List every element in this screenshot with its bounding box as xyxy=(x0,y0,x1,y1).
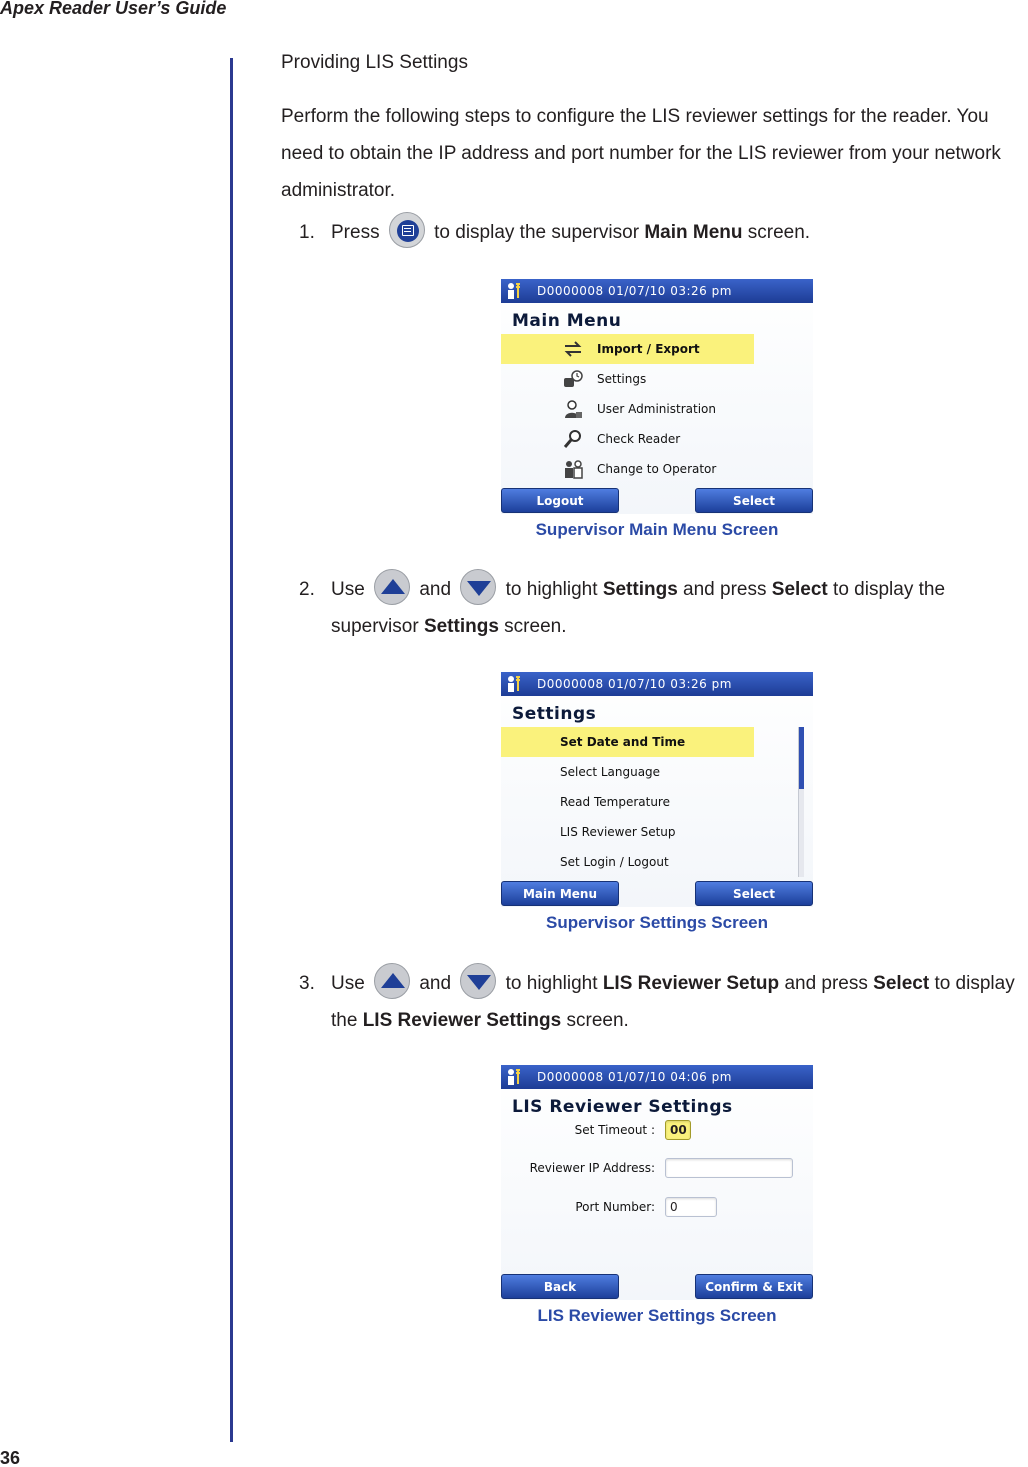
settings-item-label: Select Language xyxy=(560,765,661,779)
settings-item-select-language[interactable]: Select Language xyxy=(501,757,754,787)
change-operator-icon xyxy=(565,460,583,479)
menu-item-label: User Administration xyxy=(597,402,716,416)
screen-title: LIS Reviewer Settings xyxy=(512,1097,733,1117)
step-text: Press xyxy=(331,222,380,243)
check-reader-icon xyxy=(563,430,581,448)
figure-caption: LIS Reviewer Settings Screen xyxy=(537,1306,777,1325)
step-text: and xyxy=(419,579,452,600)
supervisor-icon xyxy=(508,676,520,692)
settings-screen: D0000008 01/07/10 03:26 pm Settings Set … xyxy=(501,672,813,907)
select-softkey[interactable]: Select xyxy=(695,488,813,513)
timeout-field[interactable]: 00 xyxy=(665,1120,691,1140)
menu-item-import-export[interactable]: Import / Export xyxy=(501,334,754,364)
step-bold: Select xyxy=(771,579,828,600)
settings-item-set-login-logout[interactable]: Set Login / Logout xyxy=(501,847,754,877)
user-admin-icon xyxy=(565,400,582,418)
figure-caption: Supervisor Settings Screen xyxy=(545,913,769,932)
menu-item-settings[interactable]: Settings xyxy=(501,364,754,394)
ip-address-label: Reviewer IP Address: xyxy=(529,1161,655,1175)
step-text: screen. xyxy=(747,222,811,243)
step-number: 1. xyxy=(299,222,315,243)
status-bar: D0000008 01/07/10 04:06 pm xyxy=(501,1065,813,1089)
status-text: D0000008 01/07/10 04:06 pm xyxy=(537,1070,732,1084)
main-menu-softkey[interactable]: Main Menu xyxy=(501,881,619,906)
settings-item-read-temperature[interactable]: Read Temperature xyxy=(501,787,754,817)
step-bold: Settings xyxy=(602,579,678,600)
menu-item-user-administration[interactable]: User Administration xyxy=(501,394,754,424)
margin-rule xyxy=(230,58,233,1442)
screen-title: Settings xyxy=(512,704,597,724)
settings-item-label: Set Login / Logout xyxy=(560,855,669,869)
step-text: and press xyxy=(784,973,868,994)
page-number: 36 xyxy=(0,1448,21,1467)
port-number-label: Port Number: xyxy=(575,1200,655,1214)
menu-item-label: Check Reader xyxy=(597,432,681,446)
intro-paragraph: Perform the following steps to configure… xyxy=(281,106,1001,201)
supervisor-icon xyxy=(508,1069,520,1085)
step-text: to display the supervisor xyxy=(434,222,640,243)
logout-softkey[interactable]: Logout xyxy=(501,488,619,513)
down-arrow-button-icon xyxy=(460,962,497,999)
back-softkey[interactable]: Back xyxy=(501,1274,619,1299)
menu-item-label: Import / Export xyxy=(597,342,700,356)
menu-item-label: Settings xyxy=(597,372,647,386)
down-arrow-button-icon xyxy=(460,568,497,605)
screen-title: Main Menu xyxy=(512,311,622,331)
menu-button-icon xyxy=(388,211,425,248)
main-menu-screen: D0000008 01/07/10 03:26 pm Main Menu Imp… xyxy=(501,279,813,514)
supervisor-icon xyxy=(508,283,520,299)
step-text: and xyxy=(419,973,452,994)
step-number: 2. xyxy=(299,579,315,600)
step-text: Use xyxy=(331,579,365,600)
settings-item-label: Read Temperature xyxy=(560,795,670,809)
guide-title: Apex Reader User’s Guide xyxy=(0,0,227,18)
status-text: D0000008 01/07/10 03:26 pm xyxy=(537,677,732,691)
settings-item-label: LIS Reviewer Setup xyxy=(560,825,676,839)
step-bold: Main Menu xyxy=(644,222,743,243)
ip-address-field[interactable] xyxy=(665,1158,793,1178)
step-number: 3. xyxy=(299,973,315,994)
settings-item-lis-reviewer-setup[interactable]: LIS Reviewer Setup xyxy=(501,817,754,847)
step-bold: Settings xyxy=(423,616,499,637)
menu-item-check-reader[interactable]: Check Reader xyxy=(501,424,754,454)
confirm-exit-softkey[interactable]: Confirm & Exit xyxy=(695,1274,813,1299)
step-text: to highlight xyxy=(505,973,598,994)
figure-caption: Supervisor Main Menu Screen xyxy=(535,520,779,539)
step-text: screen. xyxy=(566,1010,629,1031)
step-bold: LIS Reviewer Settings xyxy=(362,1010,562,1031)
lis-reviewer-settings-screen: D0000008 01/07/10 04:06 pm LIS Reviewer … xyxy=(501,1065,813,1300)
step-bold: LIS Reviewer Setup xyxy=(602,973,780,994)
import-export-icon xyxy=(564,341,582,357)
status-bar: D0000008 01/07/10 03:26 pm xyxy=(501,672,813,696)
settings-scrollbar[interactable] xyxy=(798,727,804,877)
settings-item-label: Set Date and Time xyxy=(560,735,686,749)
settings-item-set-date-time[interactable]: Set Date and Time xyxy=(501,727,754,757)
step-text: screen. xyxy=(504,616,567,637)
step-bold: Select xyxy=(873,973,930,994)
timeout-label: Set Timeout : xyxy=(574,1123,655,1137)
section-title: Providing LIS Settings xyxy=(281,52,468,73)
step-text: and press xyxy=(683,579,767,600)
up-arrow-button-icon xyxy=(374,962,411,999)
step-text: Use xyxy=(331,973,365,994)
scrollbar-thumb[interactable] xyxy=(799,727,804,789)
step-text: to highlight xyxy=(505,579,598,600)
status-bar: D0000008 01/07/10 03:26 pm xyxy=(501,279,813,303)
select-softkey[interactable]: Select xyxy=(695,881,813,906)
port-number-field[interactable]: 0 xyxy=(665,1197,717,1217)
up-arrow-button-icon xyxy=(374,568,411,605)
menu-item-label: Change to Operator xyxy=(597,462,717,476)
settings-icon xyxy=(564,370,583,387)
status-text: D0000008 01/07/10 03:26 pm xyxy=(537,284,732,298)
menu-item-change-to-operator[interactable]: Change to Operator xyxy=(501,454,754,484)
